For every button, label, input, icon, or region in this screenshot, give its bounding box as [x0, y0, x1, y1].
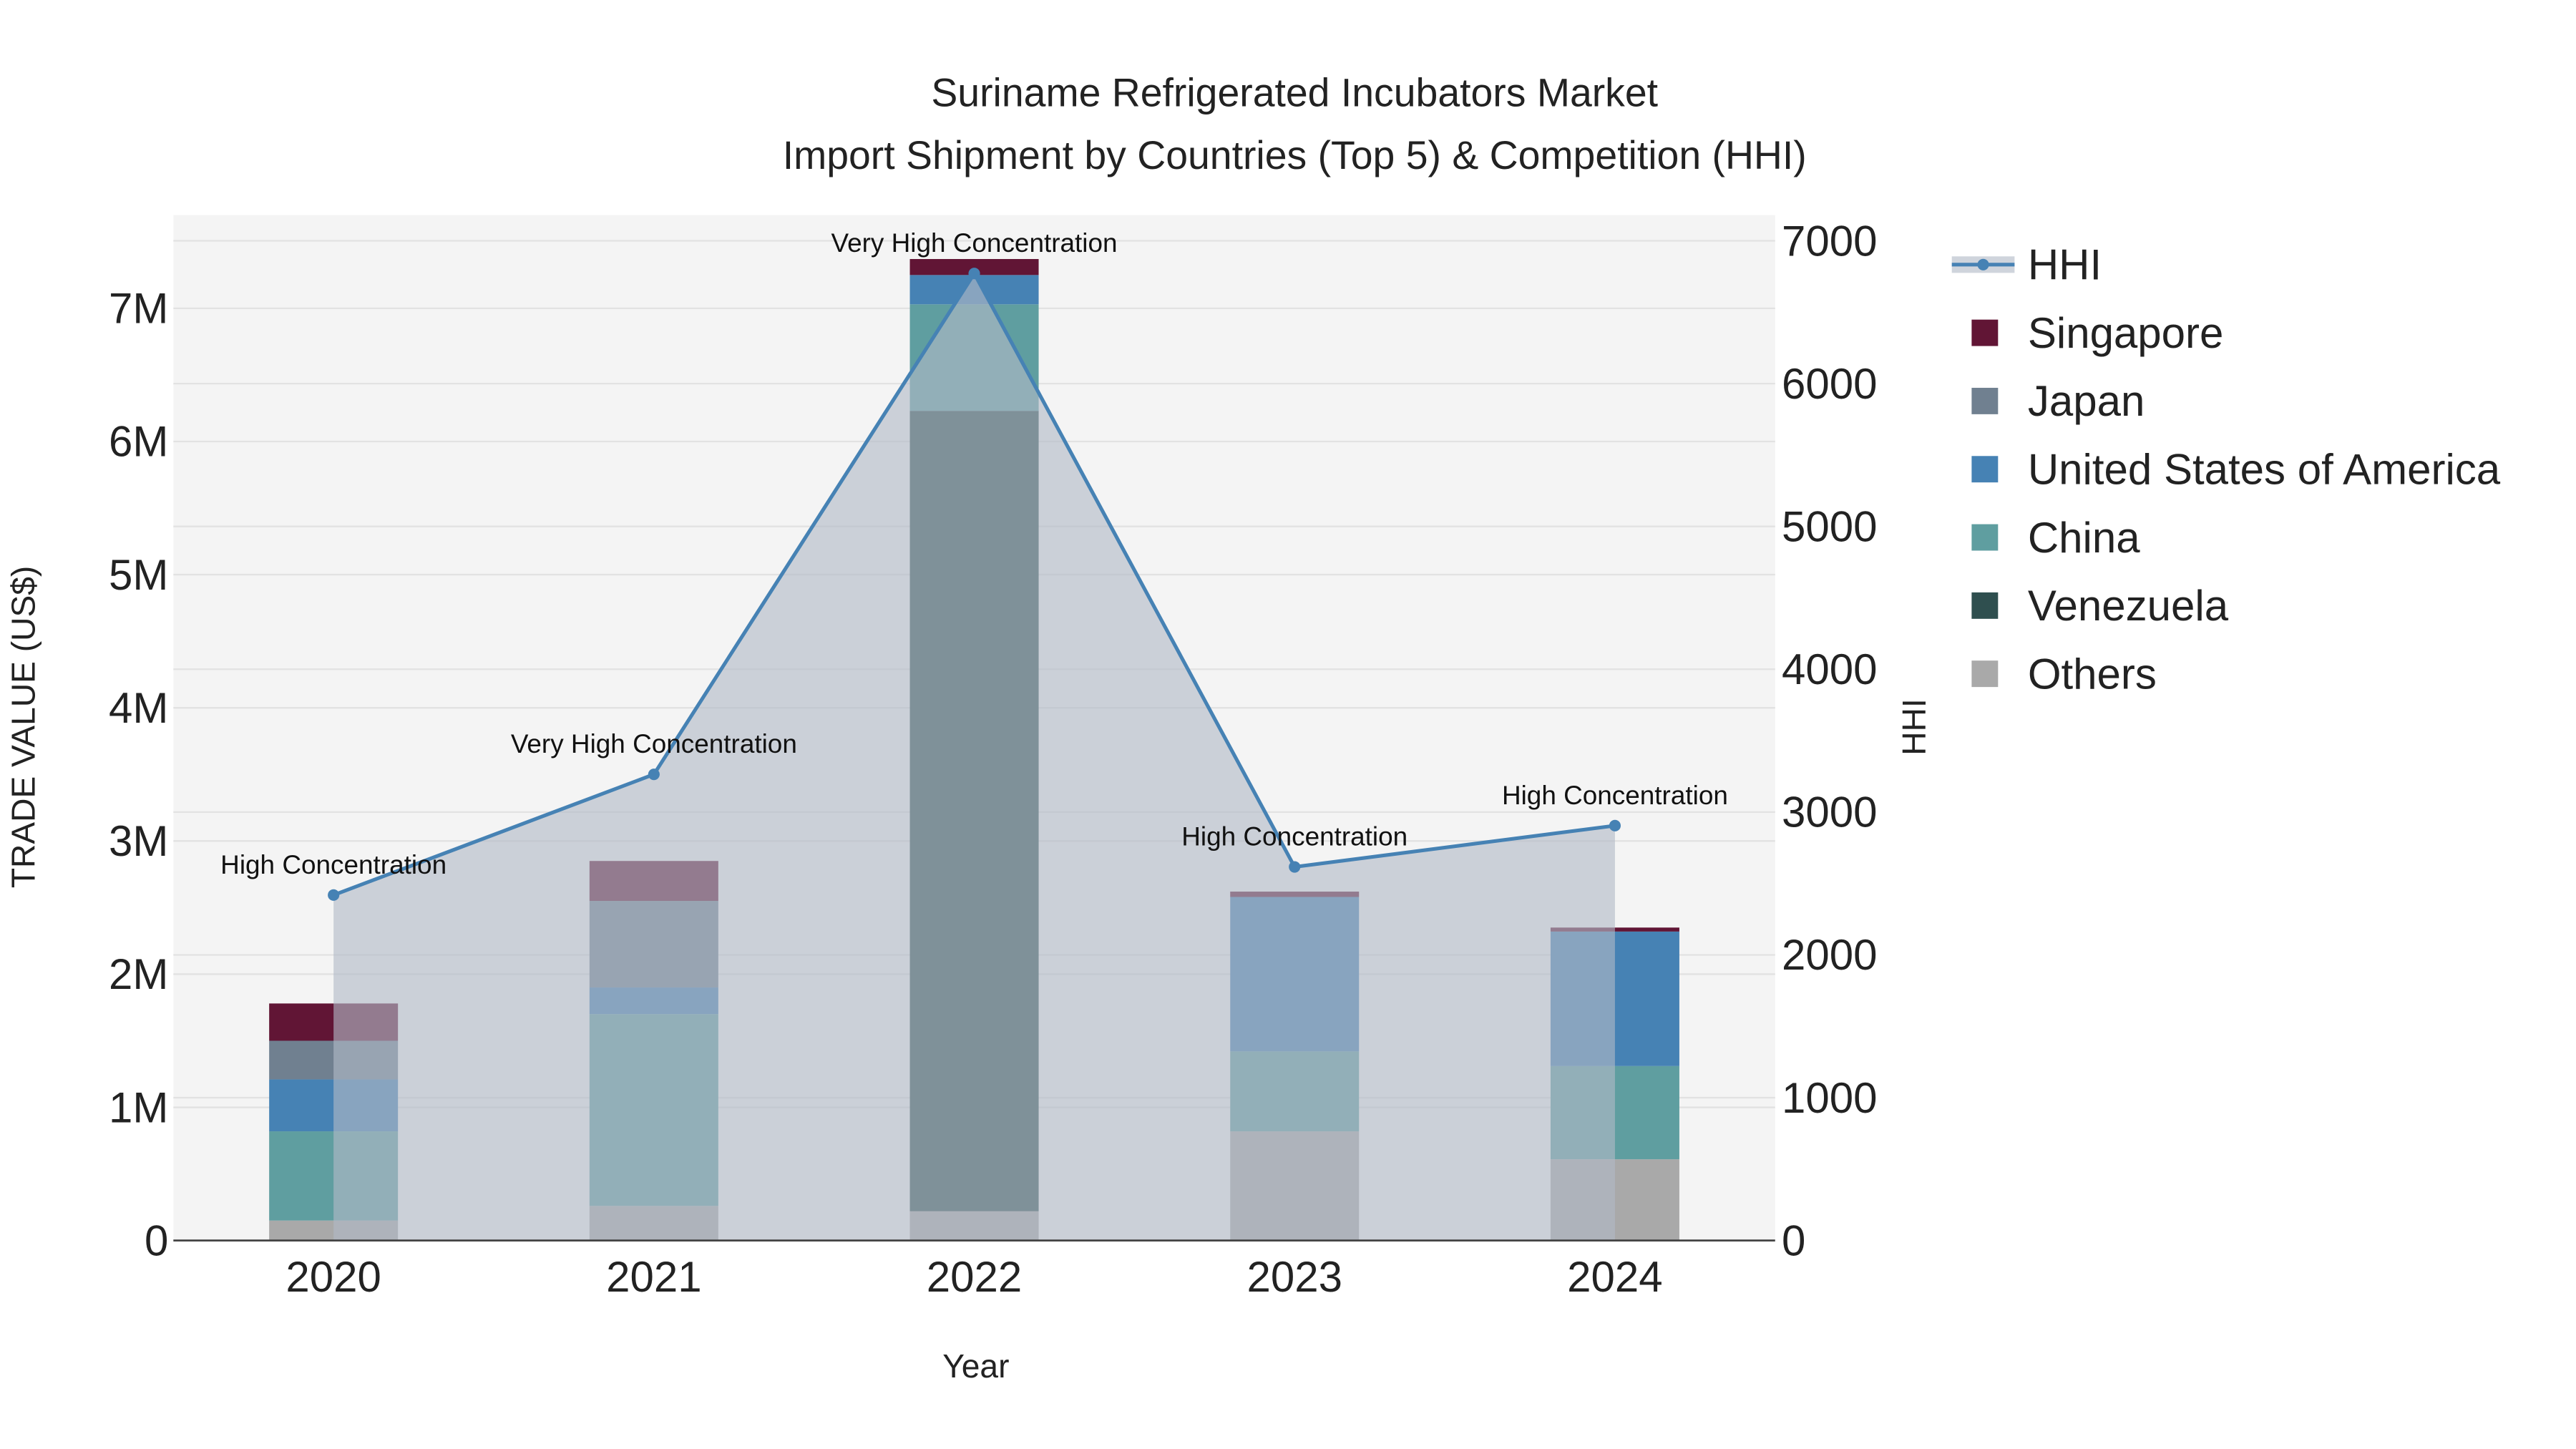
legend-hhi-swatch-point	[1977, 258, 1989, 270]
y-tick-label: 6M	[109, 418, 168, 466]
x-tick-label: 2022	[927, 1253, 1022, 1301]
x-tick-label: 2024	[1567, 1253, 1662, 1301]
hhi-point	[328, 889, 340, 901]
chart: High Concentration Very High Concentratio…	[4, 70, 2501, 1385]
y2-tick-label: 4000	[1782, 645, 1877, 693]
legend-swatch-others	[1971, 660, 1999, 688]
legend-label-others: Others	[2028, 650, 2157, 698]
y2-tick-label: 6000	[1782, 360, 1877, 408]
x-axis-title: Year	[942, 1347, 1009, 1385]
legend-swatch-singapore	[1971, 319, 1999, 346]
legend-swatch-united-states-of-america	[1971, 456, 1999, 483]
legend-label-venezuela: Venezuela	[2028, 582, 2229, 630]
legend-label-singapore: Singapore	[2028, 309, 2224, 357]
x-tick-label: 2021	[606, 1253, 701, 1301]
hhi-point	[648, 769, 660, 781]
hhi-annotation: High Concentration	[1502, 781, 1728, 810]
y2-tick-label: 3000	[1782, 789, 1877, 836]
legend-swatch-venezuela	[1971, 592, 1999, 619]
y2-tick-label: 7000	[1782, 217, 1877, 265]
y-tick-label: 1M	[109, 1083, 168, 1131]
x-tick-label: 2020	[286, 1253, 381, 1301]
hhi-point	[968, 268, 980, 280]
y-tick-label: 4M	[109, 684, 168, 732]
hhi-annotation: Very High Concentration	[831, 228, 1118, 258]
legend-label-japan: Japan	[2028, 377, 2145, 425]
legend-label-united-states-of-america: United States of America	[2028, 445, 2501, 493]
legend-label-hhi: HHI	[2028, 241, 2102, 289]
y2-tick-label: 1000	[1782, 1074, 1877, 1122]
y2-tick-label: 5000	[1782, 502, 1877, 550]
y2-axis-title: HHI	[1896, 698, 1933, 755]
hhi-annotation: Very High Concentration	[511, 729, 797, 758]
hhi-point	[1609, 819, 1621, 831]
legend-swatch-japan	[1971, 387, 1999, 414]
y-tick-label: 7M	[109, 285, 168, 333]
legend-label-china: China	[2028, 514, 2140, 562]
x-tick-label: 2023	[1246, 1253, 1342, 1301]
chart-title-line2: Import Shipment by Countries (Top 5) & C…	[783, 133, 1807, 177]
hhi-annotation: High Concentration	[220, 850, 447, 879]
y-tick-label: 5M	[109, 551, 168, 599]
chart-title-line1: Suriname Refrigerated Incubators Market	[931, 70, 1658, 114]
hhi-annotation: High Concentration	[1181, 822, 1407, 852]
y-axis-title: TRADE VALUE (US$)	[4, 566, 42, 888]
hhi-point	[1289, 861, 1301, 873]
y-tick-label: 0	[145, 1216, 168, 1264]
y2-tick-label: 0	[1782, 1216, 1805, 1264]
y-tick-label: 3M	[109, 817, 168, 865]
y-tick-label: 2M	[109, 950, 168, 998]
y2-tick-label: 2000	[1782, 931, 1877, 979]
legend-swatch-china	[1971, 524, 1999, 551]
